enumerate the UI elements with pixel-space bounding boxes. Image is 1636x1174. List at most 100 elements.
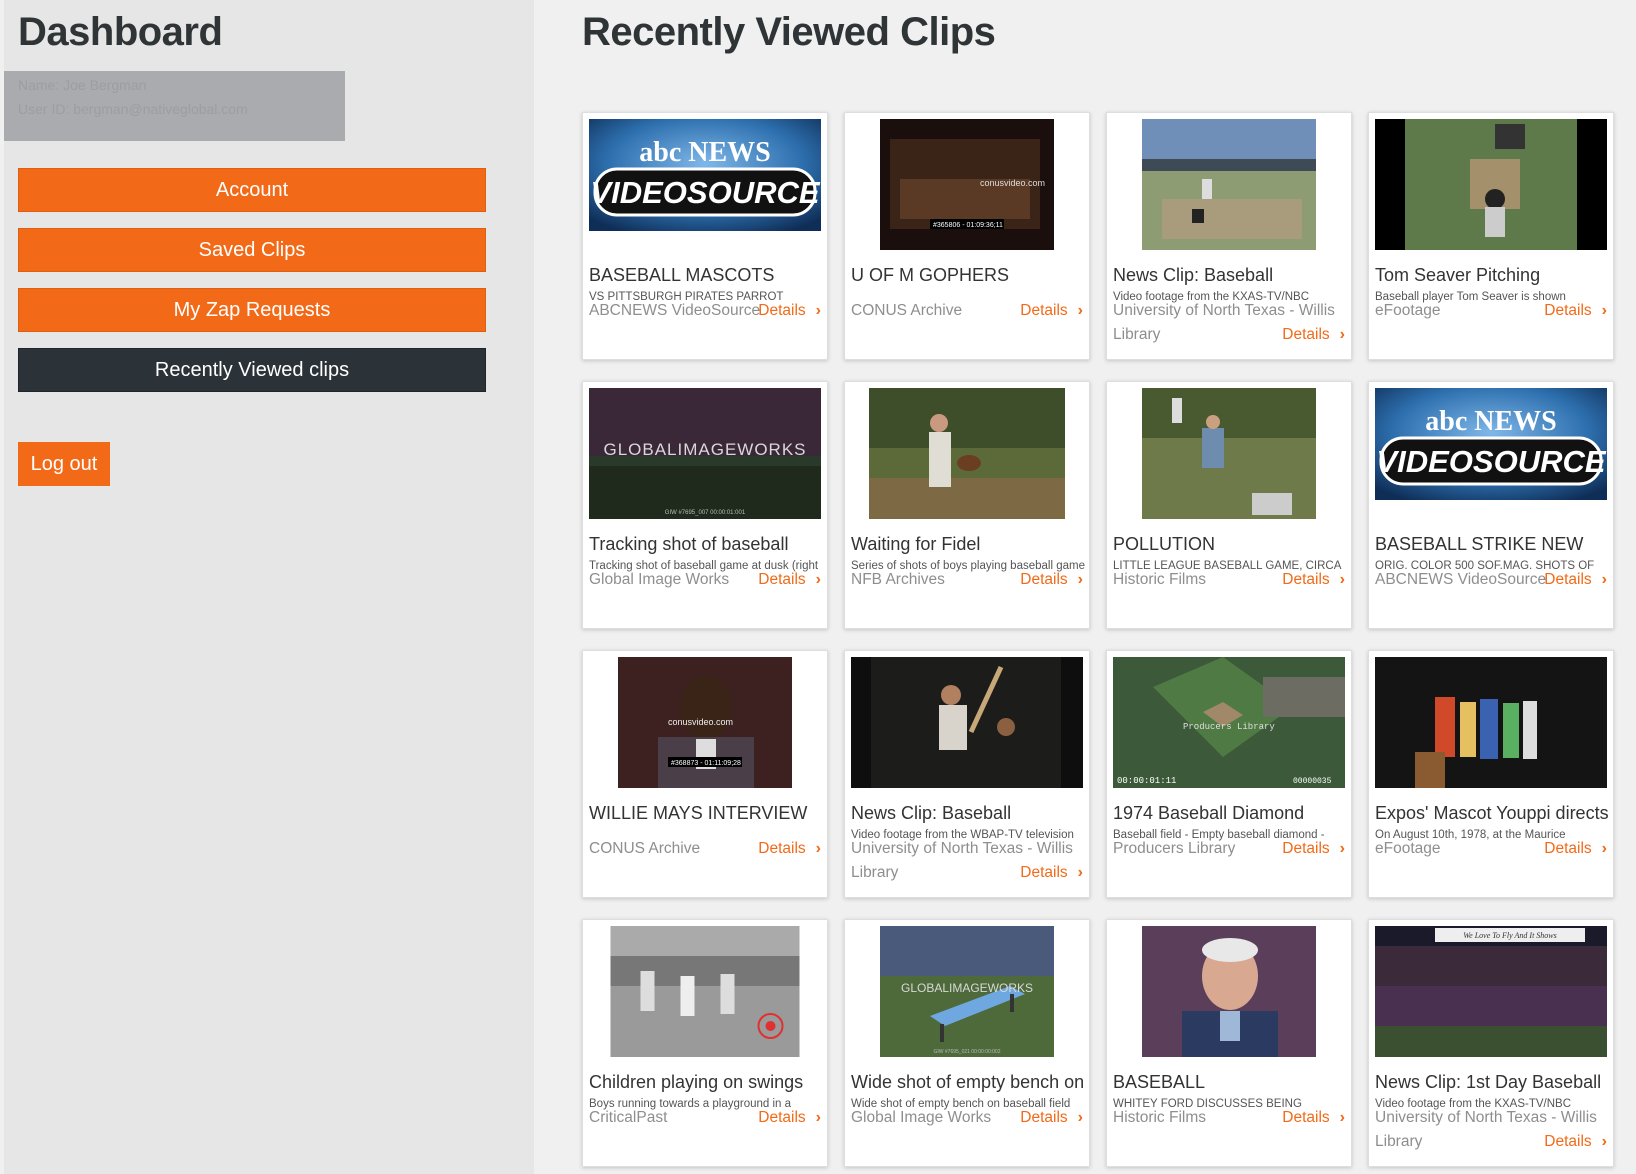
clip-card[interactable]: News Clip: Baseball Video footage from th… (844, 650, 1090, 898)
clip-thumbnail[interactable]: conusvideo.com #368873 - 01:11:09;28 (618, 657, 792, 788)
clip-thumbnail[interactable]: GLOBALIMAGEWORKS GIW #7695_021 00:00:00:0… (880, 926, 1054, 1057)
clip-card[interactable]: News Clip: Baseball Video footage from th… (1106, 112, 1352, 360)
details-label: Details (1020, 864, 1068, 881)
details-link[interactable]: Details › (758, 1106, 821, 1130)
clip-title: U OF M GOPHERS (851, 265, 1010, 285)
details-label: Details (758, 571, 806, 588)
svg-text:conusvideo.com: conusvideo.com (668, 717, 733, 727)
details-label: Details (1282, 571, 1330, 588)
clip-thumbnail[interactable]: abc NEWS VIDEOSOURCE (589, 119, 821, 231)
clip-thumbnail[interactable] (1142, 926, 1316, 1057)
details-link[interactable]: Details › (1544, 837, 1607, 861)
clip-card[interactable]: conusvideo.com #368873 - 01:11:09;28 WILLI… (582, 650, 828, 898)
clip-thumbnail[interactable] (1375, 657, 1607, 788)
clip-thumbnail[interactable] (851, 657, 1083, 788)
details-link[interactable]: Details › (1020, 299, 1083, 323)
clip-source: eFootage (1375, 840, 1441, 857)
chevron-right-icon: › (1077, 571, 1083, 588)
clip-thumbnail[interactable]: GLOBALIMAGEWORKS GIW #7695_007 00:00:01:0… (589, 388, 821, 519)
clip-title: Wide shot of empty bench on (851, 1072, 1085, 1092)
clip-card[interactable]: abc NEWS VIDEOSOURCE BASEBALL MASCOTS VS PI… (582, 112, 828, 360)
clip-thumbnail[interactable]: Producers Library 00:00:01:11 00000035 (1113, 657, 1345, 788)
clip-card[interactable]: GLOBALIMAGEWORKS GIW #7695_007 00:00:01:0… (582, 381, 828, 629)
details-link[interactable]: Details › (1282, 1106, 1345, 1130)
clip-title: Tracking shot of baseball (589, 534, 789, 554)
clip-source: NFB Archives (851, 571, 945, 588)
clip-title: BASEBALL STRIKE NEW (1375, 534, 1584, 554)
details-link[interactable]: Details › (1544, 568, 1607, 592)
clip-source: CONUS Archive (589, 840, 701, 857)
clip-card[interactable]: Waiting for Fidel Series of shots of boys… (844, 381, 1090, 629)
clip-card[interactable]: BASEBALL WHITEY FORD DISCUSSES BEING Histo… (1106, 919, 1352, 1167)
clip-card[interactable]: POLLUTION LITTLE LEAGUE BASEBALL GAME, CI… (1106, 381, 1352, 629)
chevron-right-icon: › (1077, 302, 1083, 319)
clip-title: Expos' Mascot Youppi directs (1375, 803, 1609, 823)
details-link[interactable]: Details › (1282, 568, 1345, 592)
clip-card[interactable]: Children playing on swings Boys running t… (582, 919, 828, 1167)
account-button[interactable]: Account (18, 168, 486, 212)
details-label: Details (1282, 840, 1330, 857)
details-link[interactable]: Details › (1544, 299, 1607, 323)
clip-card[interactable]: We Love To Fly And It Shows News Clip: 1s… (1368, 919, 1614, 1167)
svg-text:GIW #7695_007 00:00:01:001: GIW #7695_007 00:00:01:001 (665, 510, 746, 516)
chevron-right-icon: › (1601, 840, 1607, 857)
details-label: Details (1020, 571, 1068, 588)
details-link[interactable]: Details › (758, 568, 821, 592)
details-link[interactable]: Details › (1020, 1106, 1083, 1130)
dashboard-title: Dashboard (18, 10, 223, 54)
clip-source: ABCNEWS VideoSource (1375, 571, 1547, 588)
details-link[interactable]: Details › (1282, 323, 1345, 347)
clip-source: CONUS Archive (851, 302, 963, 319)
clip-card[interactable]: Expos' Mascot Youppi directs On August 10… (1368, 650, 1614, 898)
clip-title: Children playing on swings (589, 1072, 804, 1092)
svg-text:GLOBALIMAGEWORKS: GLOBALIMAGEWORKS (603, 440, 806, 459)
recently-viewed-button[interactable]: Recently Viewed clips (18, 348, 486, 392)
clip-thumbnail[interactable] (610, 926, 800, 1057)
clip-card[interactable]: GLOBALIMAGEWORKS GIW #7695_021 00:00:00:0… (844, 919, 1090, 1167)
clip-card[interactable]: abc NEWS VIDEOSOURCE BASEBALL STRIKE NEW OR… (1368, 381, 1614, 629)
chevron-right-icon: › (1601, 302, 1607, 319)
clip-source: Global Image Works (851, 1109, 992, 1126)
details-link[interactable]: Details › (1020, 568, 1083, 592)
details-label: Details (1544, 840, 1592, 857)
clip-title: BASEBALL (1113, 1072, 1206, 1092)
clip-thumbnail[interactable] (869, 388, 1065, 519)
chevron-right-icon: › (1339, 840, 1345, 857)
details-link[interactable]: Details › (758, 299, 821, 323)
details-link[interactable]: Details › (1020, 861, 1083, 885)
clip-thumbnail[interactable] (1375, 119, 1607, 250)
svg-text:00:00:01:11: 00:00:01:11 (1117, 776, 1176, 786)
page-title: Recently Viewed Clips (582, 10, 996, 54)
clip-source: Global Image Works (589, 571, 730, 588)
chevron-right-icon: › (815, 1109, 821, 1126)
logout-button[interactable]: Log out (18, 442, 110, 486)
clip-source: eFootage (1375, 302, 1441, 319)
details-label: Details (1282, 326, 1330, 343)
clip-thumbnail[interactable]: abc NEWS VIDEOSOURCE (1375, 388, 1607, 500)
svg-text:abc NEWS: abc NEWS (1425, 406, 1556, 437)
clip-thumbnail[interactable] (1142, 119, 1316, 250)
details-label: Details (1020, 302, 1068, 319)
clip-title: 1974 Baseball Diamond (1113, 803, 1305, 823)
user-name: Name: Joe Bergman (18, 77, 147, 93)
clip-thumbnail[interactable]: We Love To Fly And It Shows (1375, 926, 1607, 1057)
chevron-right-icon: › (1339, 571, 1345, 588)
chevron-right-icon: › (1339, 326, 1345, 343)
clip-card[interactable]: Producers Library 00:00:01:11 00000035 1974… (1106, 650, 1352, 898)
details-label: Details (1020, 1109, 1068, 1126)
details-label: Details (1544, 302, 1592, 319)
details-link[interactable]: Details › (1544, 1130, 1607, 1154)
clip-thumbnail[interactable]: conusvideo.com #365806 - 01:09:36;11 (880, 119, 1054, 250)
clip-card[interactable]: conusvideo.com #365806 - 01:09:36;11 U OF … (844, 112, 1090, 360)
clip-thumbnail[interactable] (1142, 388, 1316, 519)
details-link[interactable]: Details › (758, 837, 821, 861)
clip-source: ABCNEWS VideoSource (589, 302, 761, 319)
user-email: User ID: bergman@nativeglobal.com (18, 101, 248, 117)
details-link[interactable]: Details › (1282, 837, 1345, 861)
clips-grid: abc NEWS VIDEOSOURCE BASEBALL MASCOTS VS PI… (582, 112, 1614, 1167)
saved-clips-button[interactable]: Saved Clips (18, 228, 486, 272)
details-label: Details (758, 840, 806, 857)
clip-card[interactable]: Tom Seaver Pitching Baseball player Tom S… (1368, 112, 1614, 360)
zap-requests-button[interactable]: My Zap Requests (18, 288, 486, 332)
svg-text:VIDEOSOURCE: VIDEOSOURCE (590, 175, 820, 210)
